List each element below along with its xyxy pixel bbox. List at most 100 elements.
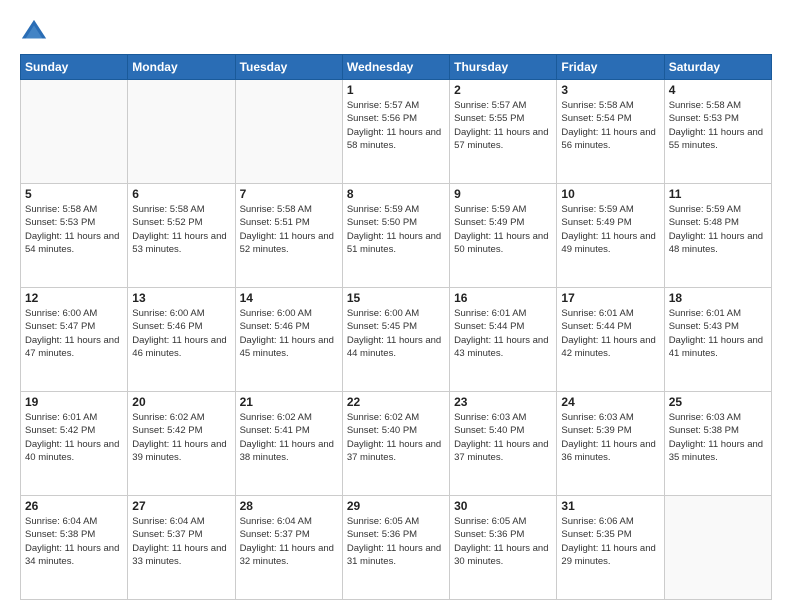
day-info: Sunrise: 6:02 AMSunset: 5:41 PMDaylight:… [240, 411, 338, 464]
calendar-week-1: 5 Sunrise: 5:58 AMSunset: 5:53 PMDaylight… [21, 184, 772, 288]
day-info: Sunrise: 6:00 AMSunset: 5:45 PMDaylight:… [347, 307, 445, 360]
day-number: 28 [240, 499, 338, 513]
calendar-cell: 2 Sunrise: 5:57 AMSunset: 5:55 PMDaylight… [450, 80, 557, 184]
day-info: Sunrise: 5:58 AMSunset: 5:53 PMDaylight:… [669, 99, 767, 152]
day-info: Sunrise: 6:01 AMSunset: 5:43 PMDaylight:… [669, 307, 767, 360]
day-info: Sunrise: 6:05 AMSunset: 5:36 PMDaylight:… [347, 515, 445, 568]
day-info: Sunrise: 6:06 AMSunset: 5:35 PMDaylight:… [561, 515, 659, 568]
calendar-cell: 12Sunrise: 6:00 AMSunset: 5:47 PMDayligh… [21, 288, 128, 392]
day-number: 15 [347, 291, 445, 305]
calendar-cell: 20Sunrise: 6:02 AMSunset: 5:42 PMDayligh… [128, 392, 235, 496]
calendar-cell: 24 Sunrise: 6:03 AMSunset: 5:39 PMDayligh… [557, 392, 664, 496]
calendar-cell [128, 80, 235, 184]
day-header-sunday: Sunday [21, 55, 128, 80]
day-number: 16 [454, 291, 552, 305]
day-info: Sunrise: 6:00 AMSunset: 5:46 PMDaylight:… [240, 307, 338, 360]
page: SundayMondayTuesdayWednesdayThursdayFrid… [0, 0, 792, 612]
calendar-cell: 1 Sunrise: 5:57 AMSunset: 5:56 PMDaylight… [342, 80, 449, 184]
calendar-cell: 6 Sunrise: 5:58 AMSunset: 5:52 PMDaylight… [128, 184, 235, 288]
day-info: Sunrise: 6:03 AMSunset: 5:38 PMDaylight:… [669, 411, 767, 464]
day-info: Sunrise: 5:57 AMSunset: 5:56 PMDaylight:… [347, 99, 445, 152]
day-number: 11 [669, 187, 767, 201]
day-header-tuesday: Tuesday [235, 55, 342, 80]
calendar-cell: 23 Sunrise: 6:03 AMSunset: 5:40 PMDayligh… [450, 392, 557, 496]
day-number: 12 [25, 291, 123, 305]
day-number: 17 [561, 291, 659, 305]
calendar-week-3: 19 Sunrise: 6:01 AMSunset: 5:42 PMDayligh… [21, 392, 772, 496]
day-number: 3 [561, 83, 659, 97]
calendar-week-0: 1 Sunrise: 5:57 AMSunset: 5:56 PMDaylight… [21, 80, 772, 184]
day-info: Sunrise: 6:01 AMSunset: 5:42 PMDaylight:… [25, 411, 123, 464]
calendar-cell: 7 Sunrise: 5:58 AMSunset: 5:51 PMDaylight… [235, 184, 342, 288]
day-info: Sunrise: 5:59 AMSunset: 5:48 PMDaylight:… [669, 203, 767, 256]
day-info: Sunrise: 5:59 AMSunset: 5:49 PMDaylight:… [561, 203, 659, 256]
calendar-cell: 13 Sunrise: 6:00 AMSunset: 5:46 PMDayligh… [128, 288, 235, 392]
day-info: Sunrise: 5:57 AMSunset: 5:55 PMDaylight:… [454, 99, 552, 152]
day-info: Sunrise: 5:59 AMSunset: 5:49 PMDaylight:… [454, 203, 552, 256]
day-number: 24 [561, 395, 659, 409]
day-header-saturday: Saturday [664, 55, 771, 80]
day-number: 7 [240, 187, 338, 201]
calendar-cell: 5 Sunrise: 5:58 AMSunset: 5:53 PMDaylight… [21, 184, 128, 288]
day-number: 2 [454, 83, 552, 97]
calendar-cell: 22 Sunrise: 6:02 AMSunset: 5:40 PMDayligh… [342, 392, 449, 496]
day-info: Sunrise: 5:58 AMSunset: 5:51 PMDaylight:… [240, 203, 338, 256]
day-header-friday: Friday [557, 55, 664, 80]
day-number: 5 [25, 187, 123, 201]
day-info: Sunrise: 6:00 AMSunset: 5:46 PMDaylight:… [132, 307, 230, 360]
calendar-cell: 8Sunrise: 5:59 AMSunset: 5:50 PMDaylight… [342, 184, 449, 288]
calendar-cell: 4 Sunrise: 5:58 AMSunset: 5:53 PMDaylight… [664, 80, 771, 184]
calendar-cell: 10Sunrise: 5:59 AMSunset: 5:49 PMDayligh… [557, 184, 664, 288]
day-info: Sunrise: 6:03 AMSunset: 5:39 PMDaylight:… [561, 411, 659, 464]
calendar-header-row: SundayMondayTuesdayWednesdayThursdayFrid… [21, 55, 772, 80]
day-header-thursday: Thursday [450, 55, 557, 80]
calendar-cell: 26Sunrise: 6:04 AMSunset: 5:38 PMDayligh… [21, 496, 128, 600]
day-info: Sunrise: 6:01 AMSunset: 5:44 PMDaylight:… [454, 307, 552, 360]
day-info: Sunrise: 6:01 AMSunset: 5:44 PMDaylight:… [561, 307, 659, 360]
day-info: Sunrise: 5:59 AMSunset: 5:50 PMDaylight:… [347, 203, 445, 256]
day-number: 27 [132, 499, 230, 513]
day-number: 31 [561, 499, 659, 513]
day-info: Sunrise: 6:02 AMSunset: 5:40 PMDaylight:… [347, 411, 445, 464]
day-number: 23 [454, 395, 552, 409]
calendar-table: SundayMondayTuesdayWednesdayThursdayFrid… [20, 54, 772, 600]
day-info: Sunrise: 5:58 AMSunset: 5:54 PMDaylight:… [561, 99, 659, 152]
day-info: Sunrise: 6:03 AMSunset: 5:40 PMDaylight:… [454, 411, 552, 464]
day-number: 25 [669, 395, 767, 409]
calendar-cell [664, 496, 771, 600]
day-info: Sunrise: 5:58 AMSunset: 5:53 PMDaylight:… [25, 203, 123, 256]
calendar-cell: 15 Sunrise: 6:00 AMSunset: 5:45 PMDayligh… [342, 288, 449, 392]
day-info: Sunrise: 6:05 AMSunset: 5:36 PMDaylight:… [454, 515, 552, 568]
day-number: 19 [25, 395, 123, 409]
day-info: Sunrise: 6:04 AMSunset: 5:38 PMDaylight:… [25, 515, 123, 568]
calendar-cell: 17 Sunrise: 6:01 AMSunset: 5:44 PMDayligh… [557, 288, 664, 392]
day-number: 9 [454, 187, 552, 201]
calendar-cell: 3 Sunrise: 5:58 AMSunset: 5:54 PMDaylight… [557, 80, 664, 184]
day-number: 1 [347, 83, 445, 97]
day-header-monday: Monday [128, 55, 235, 80]
calendar-cell [235, 80, 342, 184]
calendar-cell: 28 Sunrise: 6:04 AMSunset: 5:37 PMDayligh… [235, 496, 342, 600]
calendar-cell: 21 Sunrise: 6:02 AMSunset: 5:41 PMDayligh… [235, 392, 342, 496]
logo [20, 18, 52, 46]
day-number: 4 [669, 83, 767, 97]
day-number: 13 [132, 291, 230, 305]
day-info: Sunrise: 6:04 AMSunset: 5:37 PMDaylight:… [132, 515, 230, 568]
calendar-cell: 16 Sunrise: 6:01 AMSunset: 5:44 PMDayligh… [450, 288, 557, 392]
day-number: 22 [347, 395, 445, 409]
header [20, 18, 772, 46]
day-number: 21 [240, 395, 338, 409]
day-number: 30 [454, 499, 552, 513]
day-info: Sunrise: 6:02 AMSunset: 5:42 PMDaylight:… [132, 411, 230, 464]
calendar-cell [21, 80, 128, 184]
day-info: Sunrise: 5:58 AMSunset: 5:52 PMDaylight:… [132, 203, 230, 256]
calendar-week-2: 12Sunrise: 6:00 AMSunset: 5:47 PMDayligh… [21, 288, 772, 392]
calendar-cell: 18Sunrise: 6:01 AMSunset: 5:43 PMDayligh… [664, 288, 771, 392]
day-header-wednesday: Wednesday [342, 55, 449, 80]
day-info: Sunrise: 6:04 AMSunset: 5:37 PMDaylight:… [240, 515, 338, 568]
calendar-cell: 25 Sunrise: 6:03 AMSunset: 5:38 PMDayligh… [664, 392, 771, 496]
day-number: 6 [132, 187, 230, 201]
calendar-cell: 9 Sunrise: 5:59 AMSunset: 5:49 PMDaylight… [450, 184, 557, 288]
calendar-cell: 19 Sunrise: 6:01 AMSunset: 5:42 PMDayligh… [21, 392, 128, 496]
calendar-cell: 30 Sunrise: 6:05 AMSunset: 5:36 PMDayligh… [450, 496, 557, 600]
